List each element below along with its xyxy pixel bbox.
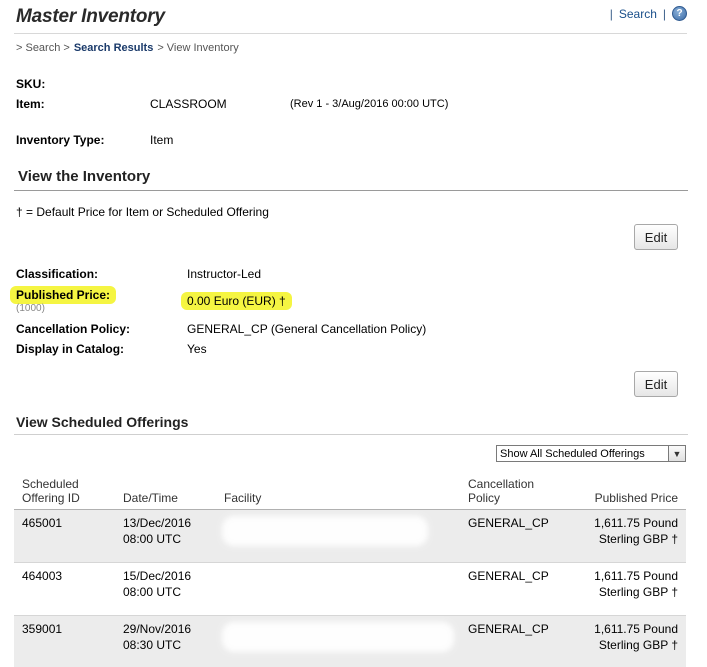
offering-price-line2: Sterling GBP † bbox=[598, 532, 678, 546]
offering-cancellation: GENERAL_CP bbox=[468, 516, 549, 530]
offering-price: 1,611.75 Pound Sterling GBP † bbox=[594, 568, 678, 600]
breadcrumb-search-results[interactable]: Search Results bbox=[74, 42, 153, 54]
offering-date: 13/Dec/2016 bbox=[123, 516, 192, 530]
help-icon[interactable]: ? bbox=[672, 6, 687, 21]
table-header: Scheduled Offering ID Date/Time Facility… bbox=[14, 476, 686, 510]
col-offering-id-line1: Scheduled bbox=[22, 477, 79, 491]
col-cancellation-policy[interactable]: Cancellation Policy bbox=[468, 477, 534, 505]
classification-value: Instructor-Led bbox=[187, 267, 262, 281]
offering-id[interactable]: 359001 bbox=[22, 621, 62, 637]
classification-label: Classification: bbox=[16, 267, 99, 281]
page-title: Master Inventory bbox=[16, 6, 165, 27]
display-in-catalog-value: Yes bbox=[187, 342, 207, 356]
published-price-value: 0.00 Euro (EUR) † bbox=[181, 292, 292, 310]
edit-button[interactable]: Edit bbox=[634, 224, 678, 250]
offering-id[interactable]: 464003 bbox=[22, 568, 62, 584]
view-inventory-heading: View the Inventory bbox=[18, 168, 151, 185]
breadcrumb: > Search > Search Results > View Invento… bbox=[16, 42, 239, 54]
offering-price-line1: 1,611.75 Pound bbox=[594, 569, 678, 583]
breadcrumb-search[interactable]: > Search > bbox=[16, 42, 70, 54]
item-revision: (Rev 1 - 3/Aug/2016 00:00 UTC) bbox=[290, 98, 449, 110]
offering-price-line1: 1,611.75 Pound bbox=[594, 516, 678, 530]
published-price-code: (1000) bbox=[16, 303, 45, 314]
col-published-price[interactable]: Published Price bbox=[595, 491, 678, 505]
chevron-down-icon[interactable]: ▼ bbox=[668, 446, 685, 461]
section-divider bbox=[14, 190, 688, 191]
published-price-label: Published Price: bbox=[10, 286, 117, 304]
cancellation-policy-label: Cancellation Policy: bbox=[16, 322, 131, 336]
offering-price: 1,611.75 Pound Sterling GBP † bbox=[594, 621, 678, 653]
offering-price-line2: Sterling GBP † bbox=[598, 638, 678, 652]
title-divider bbox=[14, 33, 687, 34]
sku-label: SKU: bbox=[16, 77, 46, 91]
inventory-type-label: Inventory Type: bbox=[16, 133, 105, 147]
table-row[interactable]: 359001 29/Nov/2016 08:30 UTC GENERAL_CP … bbox=[14, 616, 686, 667]
display-in-catalog-label: Display in Catalog: bbox=[16, 342, 125, 356]
published-price-label-text: Published Price: bbox=[10, 286, 117, 304]
offering-cancellation: GENERAL_CP bbox=[468, 569, 549, 583]
offering-price-line1: 1,611.75 Pound bbox=[594, 622, 678, 636]
top-links: | Search | ? bbox=[610, 6, 687, 21]
offerings-filter-value: Show All Scheduled Offerings bbox=[500, 447, 645, 460]
col-cancellation-line1: Cancellation bbox=[468, 477, 535, 491]
col-facility[interactable]: Facility bbox=[224, 491, 261, 505]
scheduled-offerings-table: Scheduled Offering ID Date/Time Facility… bbox=[14, 476, 686, 667]
item-label: Item: bbox=[16, 97, 45, 111]
offering-time: 08:30 UTC bbox=[123, 638, 182, 652]
offering-time: 08:00 UTC bbox=[123, 532, 182, 546]
offering-cancellation: GENERAL_CP bbox=[468, 622, 549, 636]
offering-price-line2: Sterling GBP † bbox=[598, 585, 678, 599]
offering-time: 08:00 UTC bbox=[123, 585, 182, 599]
col-cancellation-line2: Policy bbox=[468, 491, 501, 505]
inventory-type-value: Item bbox=[150, 133, 174, 147]
offering-date: 29/Nov/2016 bbox=[123, 622, 192, 636]
col-offering-id[interactable]: Scheduled Offering ID bbox=[22, 477, 80, 505]
offering-price: 1,611.75 Pound Sterling GBP † bbox=[594, 515, 678, 547]
offering-datetime: 29/Nov/2016 08:30 UTC bbox=[123, 621, 191, 653]
breadcrumb-view-inventory: > View Inventory bbox=[157, 42, 239, 54]
section-divider bbox=[14, 434, 688, 435]
edit-button-2[interactable]: Edit bbox=[634, 371, 678, 397]
table-row[interactable]: 464003 15/Dec/2016 08:00 UTC GENERAL_CP … bbox=[14, 563, 686, 616]
offering-id[interactable]: 465001 bbox=[22, 515, 62, 531]
scheduled-offerings-heading: View Scheduled Offerings bbox=[16, 414, 189, 430]
item-value: CLASSROOM bbox=[150, 97, 227, 111]
redacted-facility bbox=[222, 569, 422, 599]
published-price-value-text: 0.00 Euro (EUR) † bbox=[181, 292, 292, 310]
offering-datetime: 15/Dec/2016 08:00 UTC bbox=[123, 568, 191, 600]
redacted-facility bbox=[222, 622, 454, 652]
default-price-legend: † = Default Price for Item or Scheduled … bbox=[16, 205, 269, 219]
link-separator: | bbox=[662, 6, 666, 21]
offering-datetime: 13/Dec/2016 08:00 UTC bbox=[123, 515, 191, 547]
table-row[interactable]: 465001 13/Dec/2016 08:00 UTC GENERAL_CP … bbox=[14, 510, 686, 563]
search-link[interactable]: Search bbox=[619, 7, 657, 21]
offerings-filter-select[interactable]: Show All Scheduled Offerings ▼ bbox=[496, 445, 686, 462]
cancellation-policy-value: GENERAL_CP (General Cancellation Policy) bbox=[187, 322, 427, 336]
col-date-time[interactable]: Date/Time bbox=[123, 491, 178, 505]
redacted-facility bbox=[222, 516, 428, 546]
link-separator: | bbox=[609, 6, 613, 21]
col-offering-id-line2: Offering ID bbox=[22, 491, 80, 505]
offering-date: 15/Dec/2016 bbox=[123, 569, 192, 583]
